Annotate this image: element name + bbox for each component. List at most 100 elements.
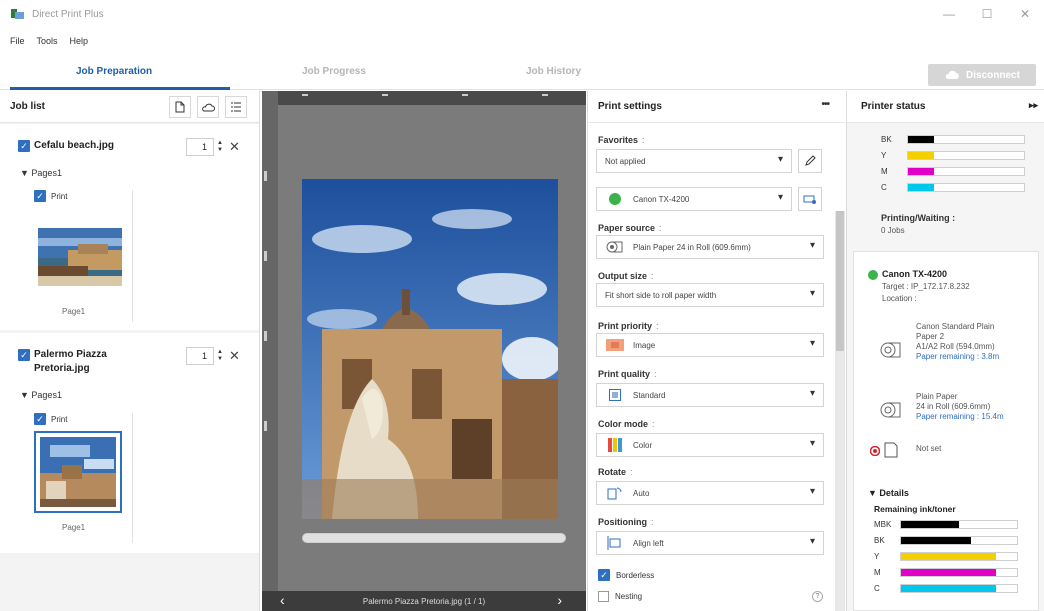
job-name-line2: Pretoria.jpg [34,363,90,374]
printer-select[interactable]: Canon TX-4200 ▾ [596,187,792,211]
ink-level-fill [901,553,997,560]
pages-toggle[interactable]: ▼ Pages1 [20,168,62,178]
job-item: ✓ Cefalu beach.jpg 1 ▲ ▼ ✕ ▼ Pages1 ✓ Pri… [0,124,259,330]
print-quality-label: Print quality: [598,369,657,379]
page-print-checkbox[interactable]: ✓ [34,190,46,202]
page-print-checkbox[interactable]: ✓ [34,413,46,425]
favorites-label: Favorites: [598,135,645,145]
pages-toggle[interactable]: ▼ Pages1 [20,390,62,400]
job-checkbox[interactable]: ✓ [18,349,30,361]
job-list-header: Job list [0,91,259,123]
printer-gear-icon [803,195,816,204]
print-settings-panel: Print settings ••• Favorites: Not applie… [587,91,845,611]
ink-level-row: Y [874,552,1018,561]
menu-help[interactable]: Help [70,36,89,54]
close-window-button[interactable]: ✕ [1006,0,1044,28]
next-page-button[interactable]: › [557,592,562,608]
page-thumbnail-selected[interactable] [34,431,122,513]
rotate-select[interactable]: Auto ▾ [596,481,824,505]
print-priority-select[interactable]: Image ▾ [596,333,824,357]
borderless-checkbox[interactable]: ✓ [598,569,610,581]
color-mode-select[interactable]: Color ▾ [596,433,824,457]
paper-roll-icon [880,342,901,358]
list-icon [231,102,241,112]
page-thumbnail[interactable] [38,228,122,286]
ink-level-fill [908,184,934,191]
list-view-button[interactable] [225,96,247,118]
more-options-button[interactable]: ••• [821,99,829,110]
maximize-button[interactable]: ☐ [968,0,1006,28]
printing-waiting-value: 0 Jobs [881,226,905,235]
prev-page-button[interactable]: ‹ [280,592,285,608]
printer-name: Canon TX-4200 [882,269,948,279]
ink-label: M [881,167,888,176]
copies-stepper[interactable]: ▲ ▼ [217,349,223,363]
ink-label: M [874,568,881,577]
print-settings-title: Print settings [598,101,662,112]
printer-status-panel: Printer status ▸▸ BK Y M C Printing/Waiting… [846,91,1044,611]
tab-job-preparation[interactable]: Job Preparation [76,66,152,77]
roll1-info: Canon Standard Plain Paper 2 A1/A2 Roll … [916,322,999,362]
job-name: Cefalu beach.jpg [34,140,115,151]
minimize-button[interactable]: — [930,0,968,28]
nesting-checkbox[interactable] [598,591,609,602]
ink-level-row: Y [881,151,1025,160]
ink-level-bar [907,135,1025,144]
printer-settings-button[interactable] [798,187,822,211]
cloud-icon [945,70,960,79]
remove-job-button[interactable]: ✕ [229,139,240,155]
remove-job-button[interactable]: ✕ [229,348,240,364]
ink-level-bar [907,183,1025,192]
print-quality-select[interactable]: Standard ▾ [596,383,824,407]
roll1-remaining: Paper remaining : 3.8m [916,352,1000,361]
output-size-select[interactable]: Fit short side to roll paper width ▾ [596,283,824,307]
copies-input[interactable]: 1 [186,138,214,156]
cut-sheet-icon [884,442,898,458]
chevron-down-icon: ▾ [809,288,815,299]
printer-target: Target : IP_172.17.8.232 [882,282,970,291]
roll2-line2: 24 in Roll (609.6mm) [916,402,991,411]
menu-tools[interactable]: Tools [37,36,58,54]
help-icon[interactable]: ? [812,591,823,602]
ink-label: Y [881,151,887,160]
settings-scrollbar[interactable] [835,211,845,611]
add-file-button[interactable] [169,96,191,118]
collapse-panel-button[interactable]: ▸▸ [1029,100,1038,111]
job-checkbox[interactable]: ✓ [18,140,30,152]
remaining-ink-label: Remaining ink/toner [874,504,956,514]
favorites-value: Not applied [605,156,646,166]
tab-job-history[interactable]: Job History [526,66,581,77]
add-cloud-button[interactable] [197,96,219,118]
copies-stepper[interactable]: ▲ ▼ [217,140,223,154]
printer-online-icon [868,270,878,280]
print-preview: ‹ Palermo Piazza Pretoria.jpg (1 / 1) › [262,91,586,611]
page-print-row: ✓ Print [34,413,67,425]
ink-level-row: BK [881,135,1025,144]
ink-level-bar [900,520,1018,529]
ink-level-bar [900,568,1018,577]
preview-caption: Palermo Piazza Pretoria.jpg (1 / 1) [362,596,486,606]
menu-file[interactable]: File [10,36,25,54]
details-toggle[interactable]: ▼ Details [868,488,909,498]
chevron-down-icon: ▾ [809,438,815,449]
pages-label: Pages1 [31,168,62,178]
pencil-icon [805,155,816,166]
edit-favorites-button[interactable] [798,149,822,173]
divider [132,413,133,543]
disconnect-button[interactable]: Disconnect [928,64,1036,86]
title-bar: Direct Print Plus — ☐ ✕ [0,0,1044,28]
copies-input[interactable]: 1 [186,347,214,365]
tab-job-progress[interactable]: Job Progress [302,66,366,77]
chevron-down-icon: ▾ [809,338,815,349]
positioning-select[interactable]: Align left ▾ [596,531,824,555]
ink-level-bar [900,552,1018,561]
ink-label: BK [874,536,885,545]
chevron-down-icon: ▾ [809,240,815,251]
favorites-select[interactable]: Not applied ▾ [596,149,792,173]
scrollbar-thumb[interactable] [836,211,844,351]
output-size-value: Fit short side to roll paper width [605,290,717,300]
chevron-down-icon: ▾ [809,486,815,497]
chevron-down-icon: ▾ [809,536,815,547]
paper-source-select[interactable]: Plain Paper 24 in Roll (609.6mm) ▾ [596,235,824,259]
paper-source-label: Paper source: [598,223,662,233]
